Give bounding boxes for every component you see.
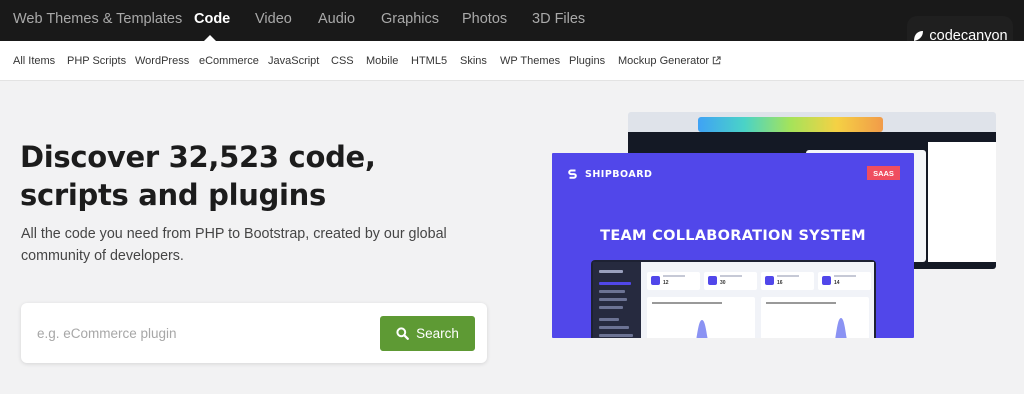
mockup-stat: 30 (704, 272, 757, 290)
search-box: Search (21, 303, 487, 363)
saas-badge: SAAS (867, 166, 900, 180)
shipboard-logo-icon (568, 169, 577, 179)
featured-item-banner[interactable]: SHIPBOARD SAAS TEAM COLLABORATION SYSTEM… (552, 153, 914, 338)
search-button[interactable]: Search (380, 316, 475, 351)
promo-logo-text: SHIPBOARD (585, 169, 653, 180)
search-button-label: Search (416, 326, 459, 341)
top-nav-video[interactable]: Video (255, 11, 292, 27)
sub-nav-all-items[interactable]: All Items (13, 55, 55, 67)
top-nav-graphics[interactable]: Graphics (381, 11, 439, 27)
sub-nav-wordpress[interactable]: WordPress (135, 55, 189, 67)
top-navigation-bar: Web Themes & Templates Code Video Audio … (0, 0, 1024, 41)
external-link-icon (712, 56, 721, 65)
mockup-stat: 14 (818, 272, 871, 290)
sub-nav-php-scripts[interactable]: PHP Scripts (67, 55, 126, 67)
sub-nav-html5[interactable]: HTML5 (411, 55, 447, 67)
mockup-stat: 16 (761, 272, 814, 290)
page-title: Discover 32,523 code, scripts and plugin… (20, 140, 376, 212)
mockup-main: 12 30 16 14 (641, 262, 874, 338)
sub-nav-ecommerce[interactable]: eCommerce (199, 55, 259, 67)
top-nav-web-themes[interactable]: Web Themes & Templates (13, 11, 182, 27)
sub-nav-mobile[interactable]: Mobile (366, 55, 398, 67)
search-input[interactable] (37, 321, 367, 345)
mockup-generator-label: Mockup Generator (618, 55, 710, 67)
mockup-sidebar (593, 262, 641, 338)
category-sub-navigation: All Items PHP Scripts WordPress eCommerc… (0, 41, 1024, 81)
top-nav-photos[interactable]: Photos (462, 11, 507, 27)
top-nav-code[interactable]: Code (194, 11, 230, 27)
promo-headline: TEAM COLLABORATION SYSTEM (600, 228, 866, 244)
preview-color-strip (698, 117, 883, 132)
page-subtitle: All the code you need from PHP to Bootst… (21, 226, 447, 264)
search-icon (396, 327, 410, 340)
sub-nav-javascript[interactable]: JavaScript (268, 55, 319, 67)
leaf-logo-icon (914, 30, 924, 41)
mockup-chart-card (761, 297, 869, 338)
mockup-chart (696, 320, 708, 338)
sub-nav-css[interactable]: CSS (331, 55, 354, 67)
mockup-chart-card (647, 297, 755, 338)
sub-nav-mockup-generator[interactable]: Mockup Generator (618, 55, 721, 67)
promo-logo: SHIPBOARD (568, 168, 652, 181)
sub-nav-skins[interactable]: Skins (460, 55, 487, 67)
sub-nav-wp-themes[interactable]: WP Themes (500, 55, 560, 67)
preview-side-panel (928, 142, 996, 262)
mockup-chart (835, 318, 847, 338)
mockup-stat: 12 (647, 272, 700, 290)
sub-nav-plugins[interactable]: Plugins (569, 55, 605, 67)
top-nav-3d-files[interactable]: 3D Files (532, 11, 585, 27)
dashboard-mockup: 12 30 16 14 (591, 260, 876, 338)
top-nav-audio[interactable]: Audio (318, 11, 355, 27)
